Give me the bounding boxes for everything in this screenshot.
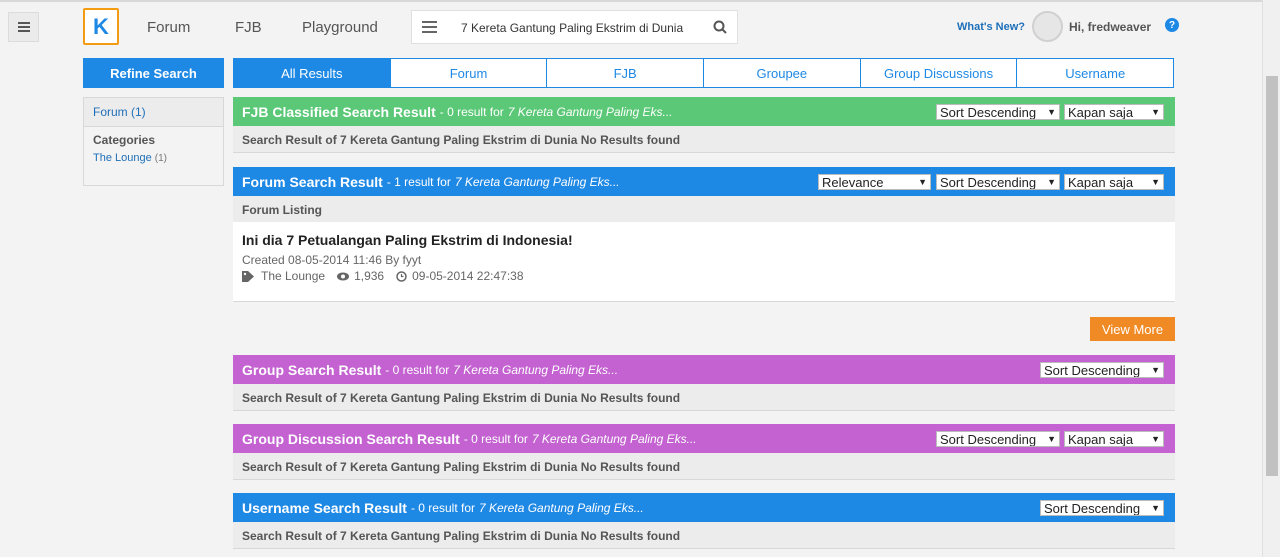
view-more-button[interactable]: View More <box>1090 317 1175 341</box>
section-title: FJB Classified Search Result <box>242 103 436 120</box>
dropdown-arrow-icon: ▼ <box>918 177 927 187</box>
group-no-results: Search Result of 7 Kereta Gantung Paling… <box>233 384 1175 411</box>
forum-listing-label: Forum Listing <box>233 196 1175 223</box>
section-title: Group Search Result <box>242 361 382 378</box>
time-select-value: Kapan saja <box>1068 175 1134 190</box>
filter-panel: Forum (1) Categories The Lounge (1) <box>83 97 224 186</box>
kaskus-logo[interactable]: K <box>83 8 119 45</box>
nav-forum[interactable]: Forum <box>147 19 190 36</box>
sort-select-value: Sort Descending <box>940 432 1037 447</box>
time-select[interactable]: Kapan saja ▼ <box>1064 104 1164 120</box>
forum-filter[interactable]: Forum (1) <box>84 98 223 127</box>
time-select[interactable]: Kapan saja ▼ <box>1064 174 1164 190</box>
time-select-value: Kapan saja <box>1068 432 1134 447</box>
sort-select-value: Sort Descending <box>1044 501 1141 516</box>
forum-result-item: Ini dia 7 Petualangan Paling Ekstrim di … <box>233 222 1175 302</box>
user-greeting[interactable]: Hi, fredweaver <box>1069 20 1151 34</box>
time-select-value: Kapan saja <box>1068 105 1134 120</box>
search-icon[interactable] <box>713 20 727 34</box>
sort-select[interactable]: Sort Descending ▼ <box>936 104 1060 120</box>
category-item[interactable]: The Lounge (1) <box>84 147 223 169</box>
clock-icon <box>396 270 407 282</box>
scrollbar-thumb[interactable] <box>1266 76 1278 476</box>
result-count: - 1 result for <box>386 174 451 189</box>
thread-last-post: 09-05-2014 22:47:38 <box>412 269 524 283</box>
relevance-select[interactable]: Relevance ▼ <box>818 174 931 190</box>
scrollbar[interactable] <box>1262 0 1280 557</box>
group-discussion-result-header: Group Discussion Search Result - 0 resul… <box>233 424 1175 453</box>
section-title: Forum Search Result <box>242 173 383 190</box>
thread-meta: The Lounge 1,936 09-05-2014 22:47:38 <box>242 269 528 283</box>
nav-playground[interactable]: Playground <box>302 19 378 36</box>
tab-fjb[interactable]: FJB <box>546 59 704 87</box>
search-bar[interactable]: 7 Kereta Gantung Paling Ekstrim di Dunia <box>411 10 738 44</box>
hamburger-icon <box>17 22 30 32</box>
category-count: (1) <box>154 153 168 164</box>
sort-select[interactable]: Sort Descending ▼ <box>1040 362 1164 378</box>
search-input[interactable]: 7 Kereta Gantung Paling Ekstrim di Dunia <box>461 21 683 35</box>
dropdown-arrow-icon: ▼ <box>1047 177 1056 187</box>
thread-views: 1,936 <box>354 269 385 283</box>
result-query: 7 Kereta Gantung Paling Eks... <box>531 431 697 446</box>
dropdown-arrow-icon: ▼ <box>1151 107 1160 117</box>
result-tabs: All Results Forum FJB Groupee Group Disc… <box>233 58 1174 88</box>
tab-group-discussions[interactable]: Group Discussions <box>859 59 1017 87</box>
tag-icon <box>242 270 254 282</box>
dropdown-arrow-icon: ▼ <box>1047 107 1056 117</box>
group-result-header: Group Search Result - 0 result for 7 Ker… <box>233 355 1175 384</box>
result-count: - 0 result for <box>385 362 450 377</box>
result-count: - 0 result for <box>439 104 504 119</box>
result-query: 7 Kereta Gantung Paling Eks... <box>454 174 620 189</box>
forum-result-header: Forum Search Result - 1 result for 7 Ker… <box>233 167 1175 196</box>
whats-new-link[interactable]: What's New? <box>957 21 1025 33</box>
category-name[interactable]: The Lounge <box>93 152 152 164</box>
fjb-result-header: FJB Classified Search Result - 0 result … <box>233 97 1175 126</box>
result-count: - 0 result for <box>410 500 475 515</box>
result-query: 7 Kereta Gantung Paling Eks... <box>453 362 619 377</box>
dropdown-arrow-icon: ▼ <box>1151 365 1160 375</box>
thread-category[interactable]: The Lounge <box>261 269 325 283</box>
username-result-header: Username Search Result - 0 result for 7 … <box>233 493 1175 522</box>
tab-groupee[interactable]: Groupee <box>703 59 860 87</box>
top-navbar: K Forum FJB Playground 7 Kereta Gantung … <box>0 0 1262 52</box>
time-select[interactable]: Kapan saja ▼ <box>1064 431 1164 447</box>
refine-search-button[interactable]: Refine Search <box>83 58 224 88</box>
avatar[interactable] <box>1032 11 1063 42</box>
result-query: 7 Kereta Gantung Paling Eks... <box>479 500 644 515</box>
group-discussion-no-results: Search Result of 7 Kereta Gantung Paling… <box>233 453 1175 480</box>
thread-created: Created 08-05-2014 11:46 By fyyt <box>242 253 422 267</box>
fjb-no-results: Search Result of 7 Kereta Gantung Paling… <box>233 126 1175 153</box>
eye-icon <box>337 272 350 280</box>
sort-select-value: Sort Descending <box>940 105 1037 120</box>
side-menu-button[interactable] <box>8 12 39 42</box>
tab-all-results[interactable]: All Results <box>234 59 390 87</box>
result-query: 7 Kereta Gantung Paling Eks... <box>507 104 673 119</box>
tab-forum[interactable]: Forum <box>389 59 547 87</box>
help-icon[interactable]: ? <box>1165 18 1179 32</box>
sort-select[interactable]: Sort Descending ▼ <box>936 174 1060 190</box>
sort-select[interactable]: Sort Descending ▼ <box>1040 500 1164 516</box>
username-no-results: Search Result of 7 Kereta Gantung Paling… <box>233 522 1175 549</box>
dropdown-arrow-icon: ▼ <box>1047 434 1056 444</box>
section-title: Group Discussion Search Result <box>242 430 460 447</box>
sort-select-value: Sort Descending <box>1044 363 1141 378</box>
dropdown-arrow-icon: ▼ <box>1151 503 1160 513</box>
categories-title: Categories <box>93 133 156 147</box>
sort-select-value: Sort Descending <box>940 175 1037 190</box>
dropdown-arrow-icon: ▼ <box>1151 434 1160 444</box>
search-menu-icon[interactable] <box>422 20 438 34</box>
section-title: Username Search Result <box>242 499 407 516</box>
relevance-select-value: Relevance <box>822 175 884 190</box>
result-count: - 0 result for <box>463 431 528 446</box>
sort-select[interactable]: Sort Descending ▼ <box>936 431 1060 447</box>
tab-username[interactable]: Username <box>1016 59 1174 87</box>
thread-title-link[interactable]: Ini dia 7 Petualangan Paling Ekstrim di … <box>242 232 573 248</box>
nav-fjb[interactable]: FJB <box>235 19 262 36</box>
dropdown-arrow-icon: ▼ <box>1151 177 1160 187</box>
